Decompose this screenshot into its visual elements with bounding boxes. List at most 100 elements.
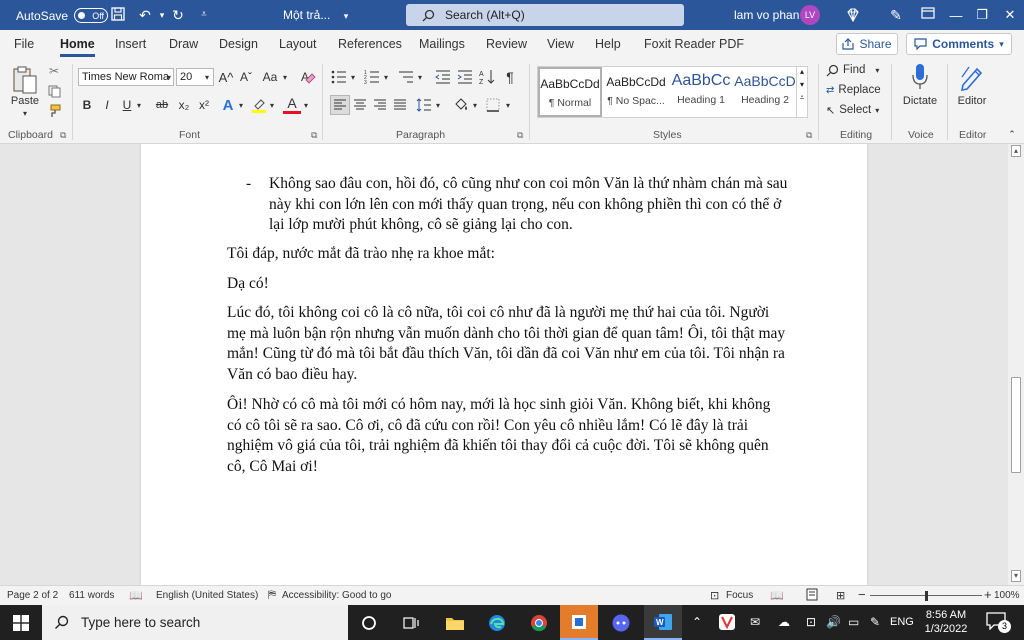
tab-file[interactable]: File (14, 37, 34, 51)
print-layout-icon[interactable] (806, 588, 818, 601)
style-no-spacing[interactable]: AaBbCcDd ¶ No Spac... (604, 67, 668, 117)
paragraph-4[interactable]: Ôi! Nhờ có cô mà tôi mới có hôm nay, mới… (227, 395, 787, 477)
font-family-chevron-icon[interactable]: ▾ (164, 70, 174, 84)
numbering-icon[interactable]: 123 (363, 68, 381, 86)
strikethrough-button[interactable]: ab (152, 96, 172, 114)
search-box[interactable]: Search (Alt+Q) (406, 4, 684, 26)
scroll-up-icon[interactable]: ▴ (1011, 145, 1021, 157)
clock[interactable]: 8:56 AM 1/3/2022 (916, 608, 976, 636)
language-status[interactable]: English (United States) (156, 590, 258, 601)
zoom-out-icon[interactable]: − (858, 587, 866, 602)
font-launcher-icon[interactable]: ⧉ (311, 130, 317, 141)
undo-dropdown-icon[interactable]: ▾ (154, 7, 170, 23)
line-spacing-chevron-icon[interactable]: ▾ (434, 98, 442, 112)
dictate-button[interactable]: Dictate (900, 94, 940, 108)
font-color-chevron-icon[interactable]: ▾ (302, 98, 310, 112)
bullets-chevron-icon[interactable]: ▾ (349, 70, 357, 84)
tab-review[interactable]: Review (486, 37, 527, 51)
style-heading-2[interactable]: AaBbCcD Heading 2 (733, 67, 797, 117)
sort-icon[interactable]: AZ (478, 68, 496, 86)
save-icon[interactable] (111, 7, 127, 23)
tab-layout[interactable]: Layout (279, 37, 317, 51)
style-normal[interactable]: AaBbCcDd ¶ Normal (538, 67, 602, 117)
proofing-icon[interactable]: 📖 (129, 589, 143, 602)
underline-chevron-icon[interactable]: ▾ (135, 98, 143, 112)
accessibility-icon[interactable]: ⛿ (268, 589, 276, 602)
clear-formatting-icon[interactable]: A (298, 68, 318, 86)
teams-icon[interactable]: ✉ (750, 615, 760, 629)
focus-icon[interactable]: ⊡ (710, 589, 719, 602)
text-effects-button[interactable]: A (219, 96, 237, 114)
superscript-button[interactable]: x² (195, 96, 213, 114)
paragraph-launcher-icon[interactable]: ⧉ (517, 130, 523, 141)
word-icon[interactable]: W (644, 605, 682, 640)
cut-icon[interactable]: ✂ (47, 64, 61, 78)
chevron-up-icon[interactable]: ⌃ (692, 615, 702, 629)
highlight-chevron-icon[interactable]: ▾ (268, 98, 276, 112)
tab-home[interactable]: Home (60, 37, 95, 57)
pen-icon[interactable]: ✎ (888, 7, 904, 23)
taskbar-search[interactable]: Type here to search (42, 605, 348, 640)
battery-icon[interactable]: ▭ (848, 615, 859, 629)
style-heading-1[interactable]: AaBbCc Heading 1 (669, 67, 733, 117)
accessibility-status[interactable]: Accessibility: Good to go (282, 590, 392, 601)
more-styles-icon[interactable]: ⩡ (797, 93, 807, 103)
show-formatting-marks-button[interactable]: ¶ (501, 68, 519, 86)
web-layout-icon[interactable]: ⊞ (836, 589, 845, 602)
format-painter-icon[interactable] (47, 104, 61, 118)
autosave-toggle[interactable]: Off (74, 8, 109, 23)
cortana-icon[interactable] (350, 605, 388, 640)
bold-button[interactable]: B (79, 96, 95, 114)
redo-icon[interactable]: ↻ (170, 7, 186, 23)
pen-tray-icon[interactable]: ✎ (870, 615, 880, 629)
scrollbar-thumb[interactable] (1011, 377, 1021, 473)
highlight-icon[interactable] (250, 96, 268, 114)
paragraph-1[interactable]: Tôi đáp, nước mắt đã trào nhẹ ra khoe mắ… (227, 244, 787, 265)
borders-chevron-icon[interactable]: ▾ (504, 98, 512, 112)
microphone-icon[interactable] (908, 62, 932, 92)
document-page[interactable]: - Không sao đâu con, hồi đó, cô cũng như… (141, 144, 867, 585)
tab-draw[interactable]: Draw (169, 37, 198, 51)
font-size-chevron-icon[interactable]: ▾ (202, 70, 212, 84)
align-left-icon[interactable] (330, 95, 350, 115)
tab-foxit-reader-pdf[interactable]: Foxit Reader PDF (644, 37, 744, 51)
text-effects-chevron-icon[interactable]: ▾ (237, 98, 245, 112)
shrink-font-button[interactable]: Aˇ (237, 68, 255, 86)
collapse-ribbon-icon[interactable]: ⌃ (1006, 128, 1018, 140)
find-button[interactable]: Find ▾ (826, 62, 884, 78)
editor-button[interactable]: Editor (952, 94, 992, 108)
avatar[interactable]: LV (800, 5, 820, 25)
discord-icon[interactable] (602, 605, 640, 640)
change-case-chevron-icon[interactable]: ▾ (281, 70, 289, 84)
close-button[interactable]: ✕ (990, 0, 1024, 30)
increase-indent-icon[interactable] (456, 68, 474, 86)
bullets-icon[interactable] (330, 68, 348, 86)
customize-toolbar-icon[interactable]: ⩡ (196, 7, 212, 23)
numbering-chevron-icon[interactable]: ▾ (382, 70, 390, 84)
share-button[interactable]: Share (836, 33, 898, 55)
line-spacing-icon[interactable] (415, 96, 433, 114)
paste-button[interactable]: Paste (10, 94, 40, 108)
zoom-level[interactable]: 100% (994, 590, 1020, 601)
tab-view[interactable]: View (547, 37, 574, 51)
word-count[interactable]: 611 words (69, 590, 114, 601)
scroll-down-icon[interactable]: ▾ (1011, 570, 1021, 582)
align-right-icon[interactable] (371, 96, 389, 114)
input-language[interactable]: ENG (890, 616, 914, 628)
clipboard-launcher-icon[interactable]: ⧉ (60, 130, 66, 141)
vivaldi-icon[interactable] (718, 613, 736, 631)
zoom-slider-thumb[interactable] (925, 591, 928, 601)
copy-icon[interactable] (47, 84, 61, 98)
chrome-icon[interactable] (520, 605, 558, 640)
windows-start-icon[interactable] (2, 605, 40, 640)
styles-gallery-scroll[interactable]: ▴ ▾ ⩡ (796, 66, 808, 118)
borders-icon[interactable] (484, 96, 502, 114)
autosave[interactable]: AutoSave Off (16, 8, 109, 23)
multilevel-list-icon[interactable] (397, 68, 415, 86)
diamond-icon[interactable] (845, 7, 861, 23)
editor-pen-icon[interactable] (958, 62, 986, 92)
chevron-up-icon[interactable]: ▴ (797, 67, 807, 76)
change-case-button[interactable]: Aa (259, 68, 281, 86)
shading-chevron-icon[interactable]: ▾ (471, 98, 479, 112)
decrease-indent-icon[interactable] (434, 68, 452, 86)
